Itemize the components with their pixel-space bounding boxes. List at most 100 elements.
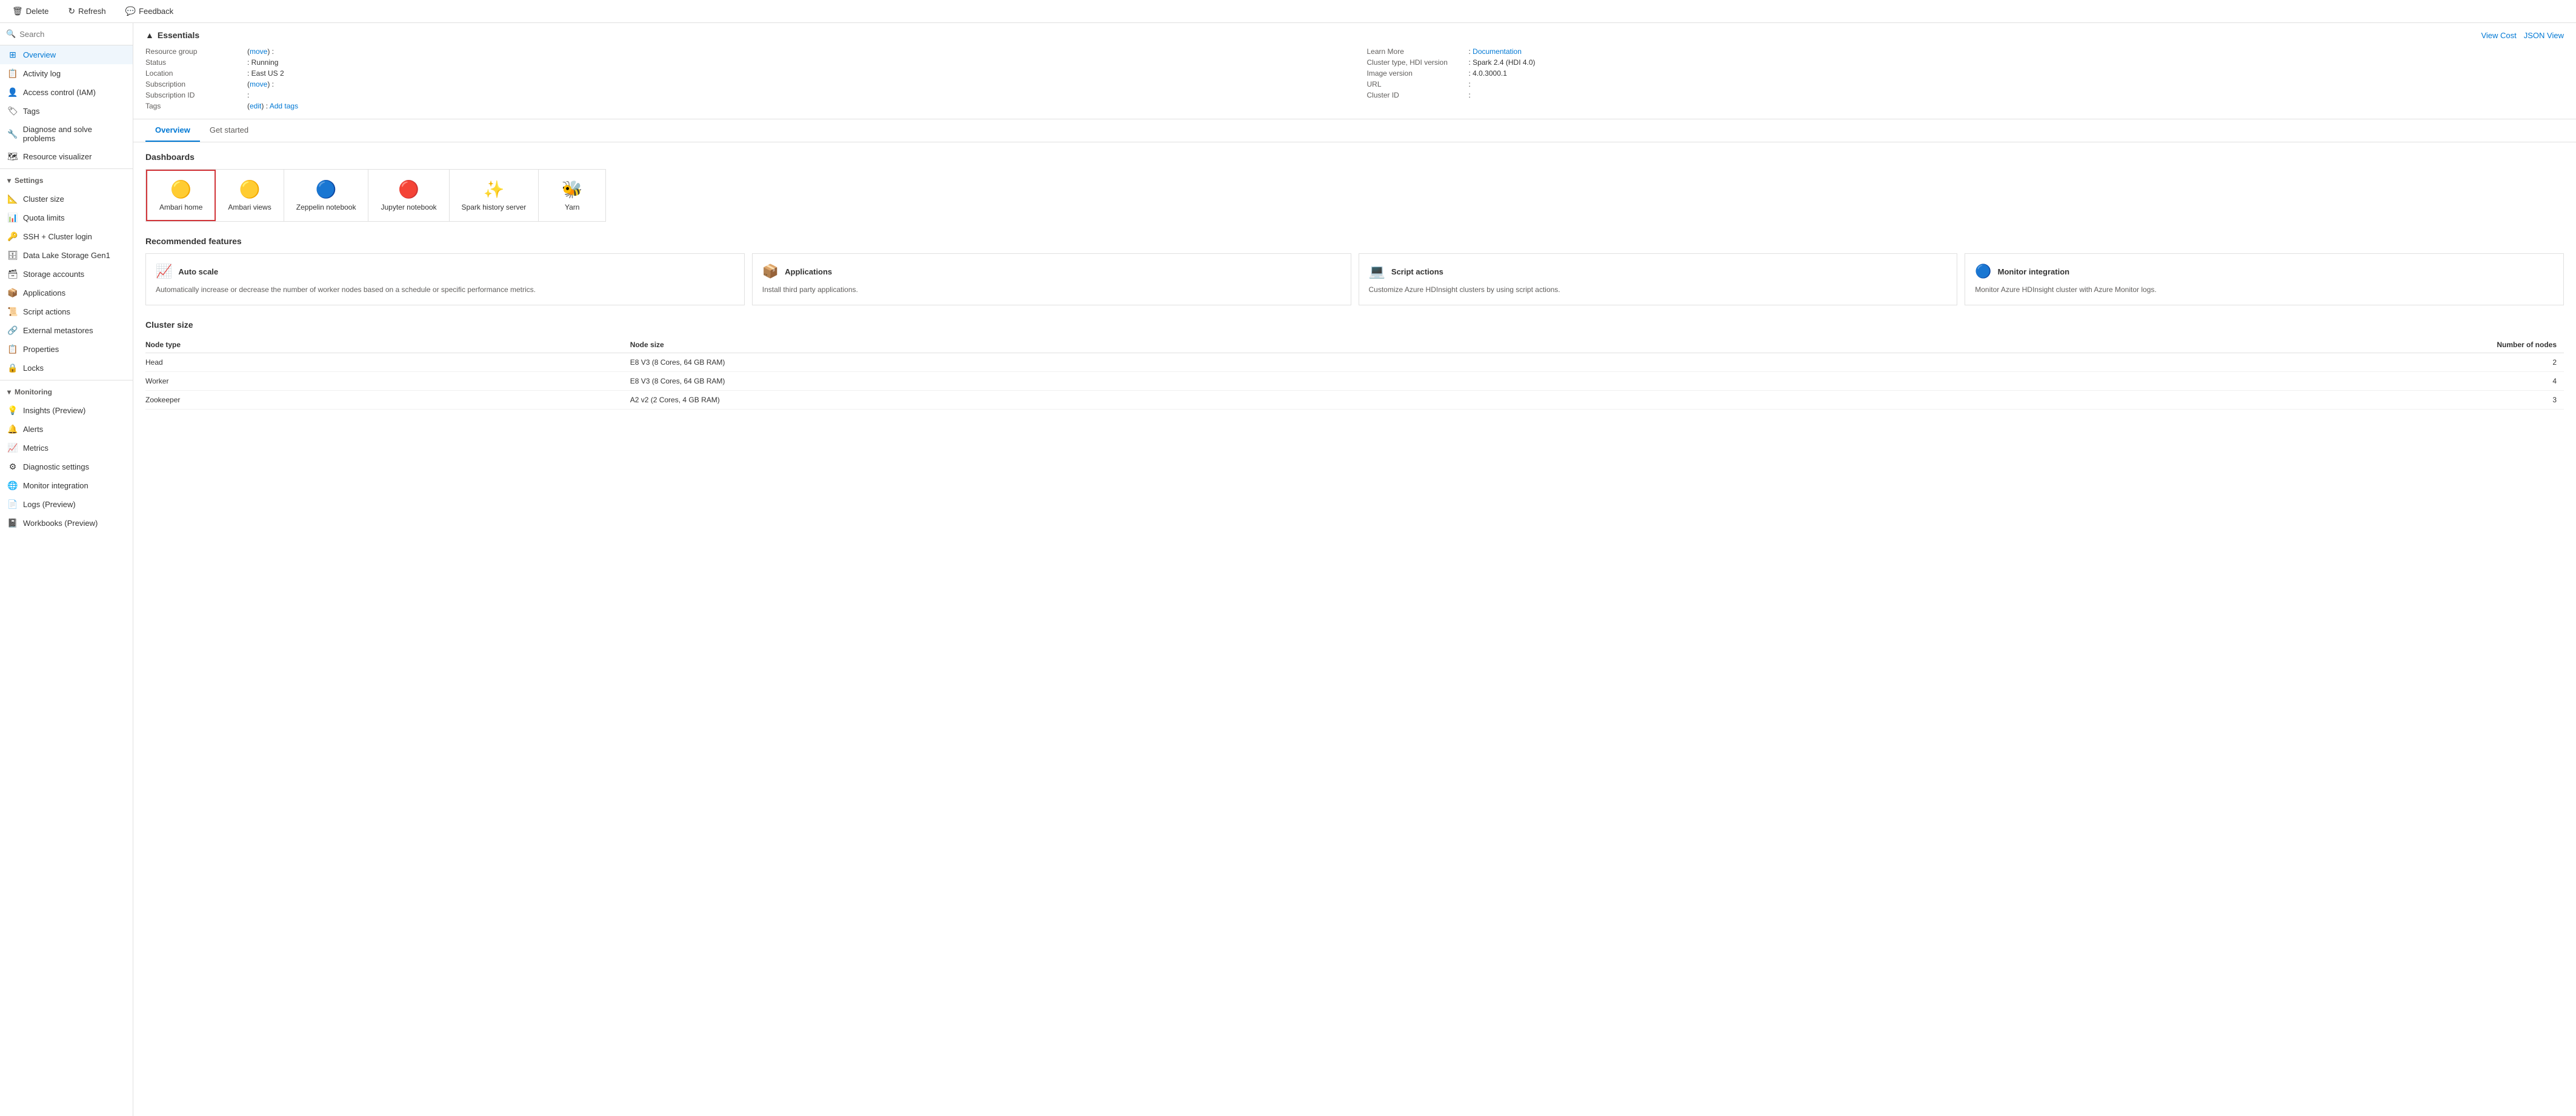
sidebar-item-insights-preview[interactable]: 💡 Insights (Preview) — [0, 401, 133, 420]
tags-icon: 🏷 — [7, 106, 18, 116]
sidebar-item-properties[interactable]: 📋 Properties — [0, 340, 133, 359]
script-actions-feature-icon: 💻 — [1369, 264, 1385, 279]
monitoring-section-header[interactable]: ▾ Monitoring — [0, 383, 133, 401]
resource-group-move-link[interactable]: move — [250, 47, 267, 56]
sidebar-item-label: Diagnostic settings — [23, 462, 89, 471]
sidebar-item-access-control[interactable]: 👤 Access control (IAM) — [0, 83, 133, 102]
feature-card-applications[interactable]: 📦 Applications Install third party appli… — [752, 253, 1351, 305]
search-input[interactable] — [19, 30, 126, 39]
sidebar-item-overview[interactable]: ⊞ Overview — [0, 45, 133, 64]
overview-icon: ⊞ — [7, 50, 18, 60]
dashboard-item-jupyter-notebook[interactable]: 🔴 Jupyter notebook — [368, 170, 449, 221]
feature-title: Monitor integration — [1998, 267, 2069, 276]
sidebar-item-locks[interactable]: 🔒 Locks — [0, 359, 133, 377]
chevron-down-icon-2: ▾ — [7, 388, 11, 396]
logs-icon: 📄 — [7, 499, 18, 510]
essentials-row-cluster-type: Cluster type, HDI version : Spark 2.4 (H… — [1367, 57, 2564, 68]
activity-log-icon: 📋 — [7, 68, 18, 79]
tab-overview[interactable]: Overview — [145, 119, 200, 142]
feature-card-script-actions[interactable]: 💻 Script actions Customize Azure HDInsig… — [1359, 253, 1958, 305]
settings-section-header[interactable]: ▾ Settings — [0, 171, 133, 190]
sidebar-item-label: Cluster size — [23, 194, 64, 204]
dashboard-item-label: Ambari home — [159, 203, 202, 211]
view-cost-link[interactable]: View Cost — [2481, 31, 2516, 40]
dashboard-item-spark-history-server[interactable]: ✨ Spark history server — [450, 170, 539, 221]
json-view-link[interactable]: JSON View — [2524, 31, 2564, 40]
sidebar-item-data-lake-storage[interactable]: 🗄 Data Lake Storage Gen1 — [0, 246, 133, 265]
workbooks-icon: 📓 — [7, 518, 18, 528]
sidebar-item-label: Properties — [23, 345, 59, 354]
search-container: 🔍 ✕ ◀ — [0, 23, 133, 45]
sidebar: 🔍 ✕ ◀ ⊞ Overview 📋 Activity log 👤 Access… — [0, 23, 133, 1116]
sidebar-item-logs-preview[interactable]: 📄 Logs (Preview) — [0, 495, 133, 514]
refresh-button[interactable]: ↻ Refresh — [63, 4, 110, 19]
section-label: Monitoring — [15, 388, 52, 396]
essentials-header: ▲ Essentials View Cost JSON View — [145, 30, 2564, 40]
dashboard-item-label: Jupyter notebook — [381, 203, 436, 211]
sidebar-item-label: Locks — [23, 364, 44, 373]
essentials-title: ▲ Essentials — [145, 30, 199, 40]
cluster-size-title: Cluster size — [145, 320, 2564, 330]
insights-icon: 💡 — [7, 405, 18, 416]
jupyter-notebook-icon: 🔴 — [398, 179, 419, 199]
sidebar-item-external-metastores[interactable]: 🔗 External metastores — [0, 321, 133, 340]
ambari-views-icon: 🟡 — [239, 179, 261, 199]
feedback-button[interactable]: 💬 Feedback — [121, 4, 179, 19]
feature-card-auto-scale[interactable]: 📈 Auto scale Automatically increase or d… — [145, 253, 745, 305]
sidebar-item-resource-visualizer[interactable]: 🗺 Resource visualizer — [0, 147, 133, 166]
essentials-row-location: Location : East US 2 — [145, 68, 1343, 79]
essentials-section: ▲ Essentials View Cost JSON View Resourc… — [133, 23, 2576, 119]
essentials-row-subscription-id: Subscription ID : — [145, 90, 1343, 101]
add-tags-link[interactable]: Add tags — [270, 102, 298, 110]
dashboard-item-yarn[interactable]: 🐝 Yarn — [539, 170, 605, 221]
features-grid: 📈 Auto scale Automatically increase or d… — [145, 253, 2564, 305]
resource-visualizer-icon: 🗺 — [7, 151, 18, 162]
sidebar-item-label: Activity log — [23, 69, 61, 78]
node-type-head: Head — [145, 353, 630, 372]
dashboard-item-zeppelin-notebook[interactable]: 🔵 Zeppelin notebook — [284, 170, 369, 221]
chevron-down-icon: ▾ — [7, 176, 11, 185]
sidebar-item-label: Quota limits — [23, 213, 65, 222]
sidebar-item-tags[interactable]: 🏷 Tags — [0, 102, 133, 121]
delete-button[interactable]: 🗑 Delete — [7, 4, 53, 19]
sidebar-item-monitor-integration[interactable]: 🌐 Monitor integration — [0, 476, 133, 495]
sidebar-item-storage-accounts[interactable]: 🗃 Storage accounts — [0, 265, 133, 284]
feature-card-header: 💻 Script actions — [1369, 264, 1948, 279]
sidebar-item-alerts[interactable]: 🔔 Alerts — [0, 420, 133, 439]
section-label: Settings — [15, 176, 43, 185]
sidebar-item-diagnose[interactable]: 🔧 Diagnose and solve problems — [0, 121, 133, 147]
tab-get-started[interactable]: Get started — [200, 119, 258, 142]
overview-content: Dashboards 🟡 Ambari home 🟡 Ambari views … — [133, 142, 2576, 419]
feature-title: Script actions — [1391, 267, 1443, 276]
sidebar-item-ssh-cluster-login[interactable]: 🔑 SSH + Cluster login — [0, 227, 133, 246]
external-metastores-icon: 🔗 — [7, 325, 18, 336]
sidebar-item-label: Access control (IAM) — [23, 88, 96, 97]
sidebar-item-applications[interactable]: 📦 Applications — [0, 284, 133, 302]
yarn-icon: 🐝 — [562, 179, 583, 199]
node-count-head: 2 — [1798, 353, 2564, 372]
sidebar-item-workbooks-preview[interactable]: 📓 Workbooks (Preview) — [0, 514, 133, 533]
sidebar-item-diagnostic-settings[interactable]: ⚙ Diagnostic settings — [0, 457, 133, 476]
subscription-move-link[interactable]: move — [250, 80, 267, 88]
metrics-icon: 📈 — [7, 443, 18, 453]
dashboard-item-ambari-home[interactable]: 🟡 Ambari home — [146, 170, 216, 221]
monitor-integration-feature-icon: 🔵 — [1975, 264, 1991, 279]
essentials-row-cluster-id: Cluster ID : — [1367, 90, 2564, 101]
sidebar-item-activity-log[interactable]: 📋 Activity log — [0, 64, 133, 83]
edit-tags-link[interactable]: edit — [250, 102, 261, 110]
essentials-left-col: Resource group (move) : Status : Running… — [145, 46, 1343, 111]
spark-history-server-icon: ✨ — [483, 179, 504, 199]
sidebar-item-metrics[interactable]: 📈 Metrics — [0, 439, 133, 457]
feature-card-monitor-integration[interactable]: 🔵 Monitor integration Monitor Azure HDIn… — [1965, 253, 2564, 305]
sidebar-item-script-actions[interactable]: 📜 Script actions — [0, 302, 133, 321]
toolbar: 🗑 Delete ↻ Refresh 💬 Feedback — [0, 0, 2576, 23]
applications-icon: 📦 — [7, 288, 18, 298]
sidebar-item-label: Monitor integration — [23, 481, 88, 490]
dashboard-item-label: Spark history server — [462, 203, 527, 211]
dashboard-item-ambari-views[interactable]: 🟡 Ambari views — [216, 170, 284, 221]
documentation-link[interactable]: Documentation — [1473, 47, 1522, 56]
sidebar-item-cluster-size[interactable]: 📐 Cluster size — [0, 190, 133, 208]
sidebar-item-label: Resource visualizer — [23, 152, 92, 161]
sidebar-item-quota-limits[interactable]: 📊 Quota limits — [0, 208, 133, 227]
properties-icon: 📋 — [7, 344, 18, 354]
